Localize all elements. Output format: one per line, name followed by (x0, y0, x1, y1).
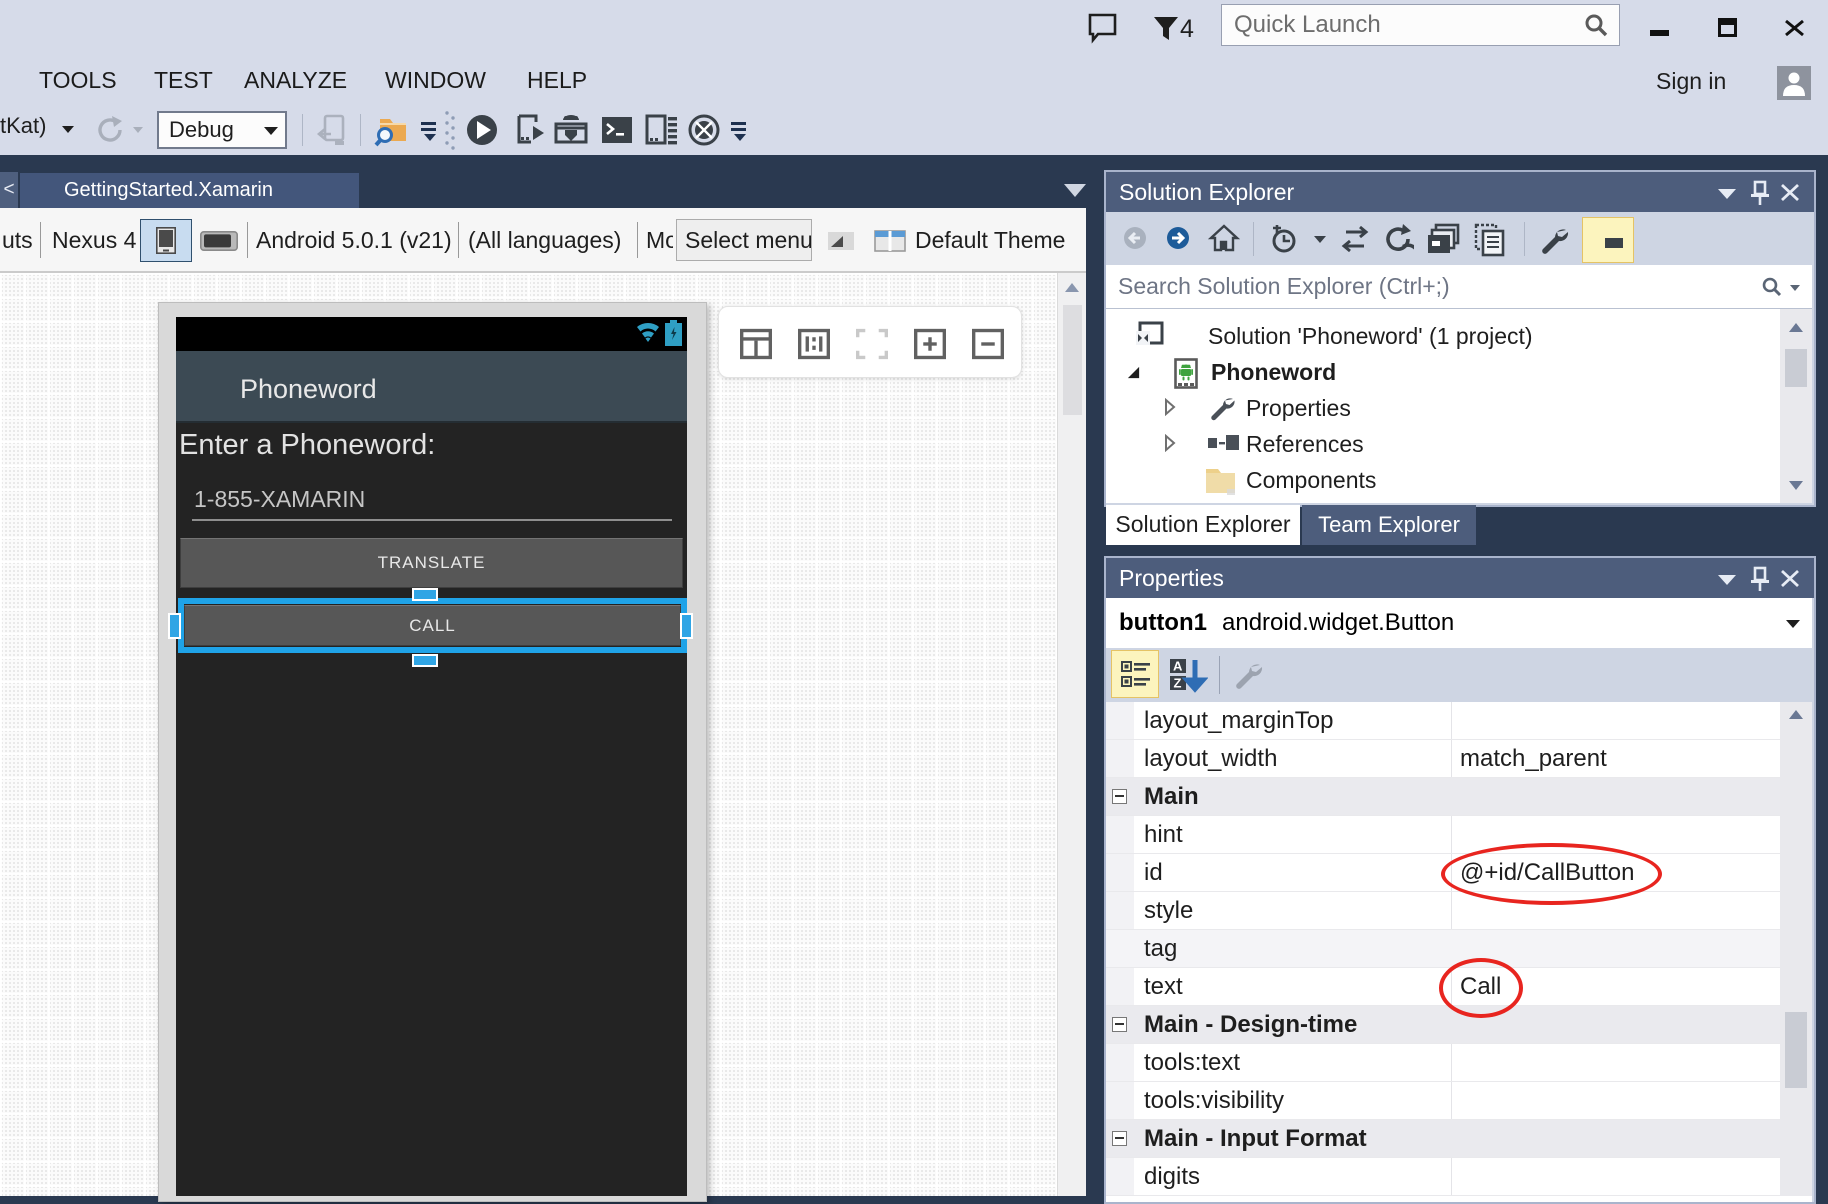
svg-text:A: A (1173, 659, 1183, 674)
svg-text:Z: Z (1174, 676, 1182, 691)
